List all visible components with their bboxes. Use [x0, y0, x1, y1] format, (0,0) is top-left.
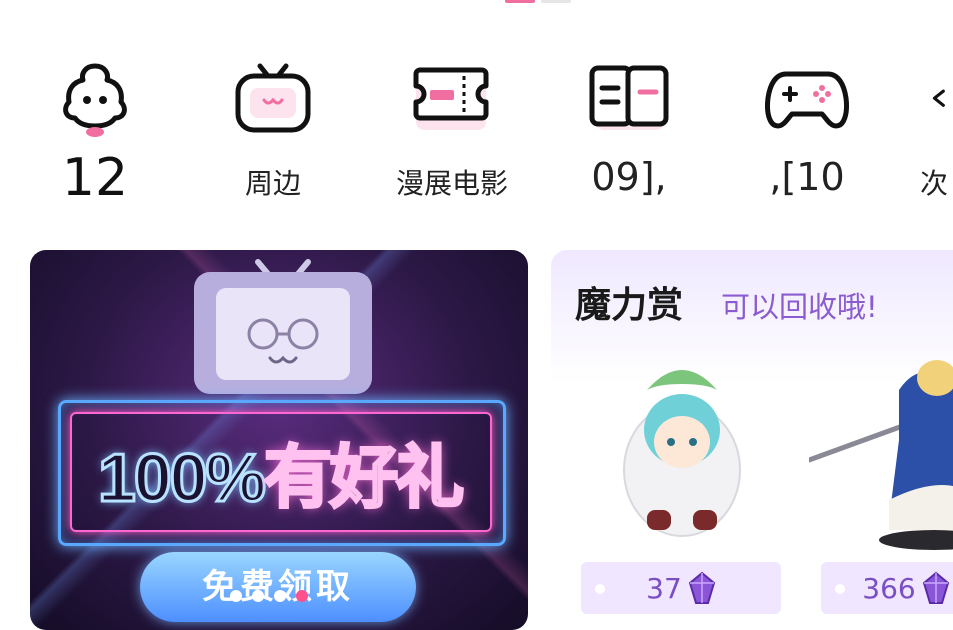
- crystal-icon: [922, 571, 949, 604]
- book-icon: [589, 65, 669, 130]
- category-item-4[interactable]: 09],: [574, 60, 684, 199]
- page-indicator-active: [505, 0, 535, 3]
- carousel-dot[interactable]: [252, 590, 264, 602]
- magic-reward-card[interactable]: 魔力赏 可以回收哦! 37 366: [551, 250, 953, 630]
- tag-hole: [835, 584, 845, 594]
- reward-title: 魔力赏: [575, 285, 684, 326]
- category-label: ,[10: [769, 155, 845, 199]
- category-label: 09],: [591, 155, 667, 199]
- promo-banner[interactable]: 100%有好礼 免费领取: [30, 250, 528, 630]
- category-label: 周边: [244, 167, 301, 200]
- carousel-dot[interactable]: [230, 590, 242, 602]
- banner-headline: 100%有好礼: [60, 422, 500, 521]
- gamepad-icon: [765, 71, 849, 129]
- carousel-dot-active[interactable]: [296, 590, 308, 602]
- headline-percent: 100%: [97, 439, 268, 518]
- tv-mascot-illustration: [194, 259, 372, 394]
- category-item-2[interactable]: 周边: [218, 60, 328, 202]
- price-tag-2[interactable]: 366: [821, 562, 953, 614]
- tv-icon: [235, 63, 311, 133]
- product-image-figure[interactable]: [809, 350, 953, 550]
- price-value: 37: [646, 571, 682, 605]
- page-indicator: [505, 0, 571, 3]
- carousel-dots: [230, 590, 308, 602]
- claim-free-button[interactable]: 免费领取: [140, 552, 416, 622]
- crystal-icon: [688, 571, 715, 604]
- ticket-icon: [413, 67, 489, 130]
- price-value: 366: [862, 571, 916, 605]
- tag-hole: [595, 584, 605, 594]
- product-image-plush[interactable]: [607, 350, 757, 550]
- category-item-3[interactable]: 漫展电影: [396, 60, 509, 202]
- mascot-icon: [63, 63, 127, 137]
- partial-icon: [932, 89, 945, 107]
- price-tag-1[interactable]: 37: [581, 562, 781, 614]
- category-item-5[interactable]: ,[10: [752, 60, 862, 199]
- carousel-dot[interactable]: [274, 590, 286, 602]
- reward-subtitle: 可以回收哦!: [721, 290, 878, 324]
- category-item-6[interactable]: 次: [890, 60, 953, 202]
- page-indicator-inactive: [541, 0, 571, 3]
- category-label: 漫展电影: [396, 167, 509, 200]
- headline-gift-text: 有好礼: [262, 439, 465, 518]
- category-label: 12: [61, 148, 129, 208]
- category-label: 次: [920, 167, 949, 200]
- category-item-1[interactable]: 12: [40, 60, 150, 208]
